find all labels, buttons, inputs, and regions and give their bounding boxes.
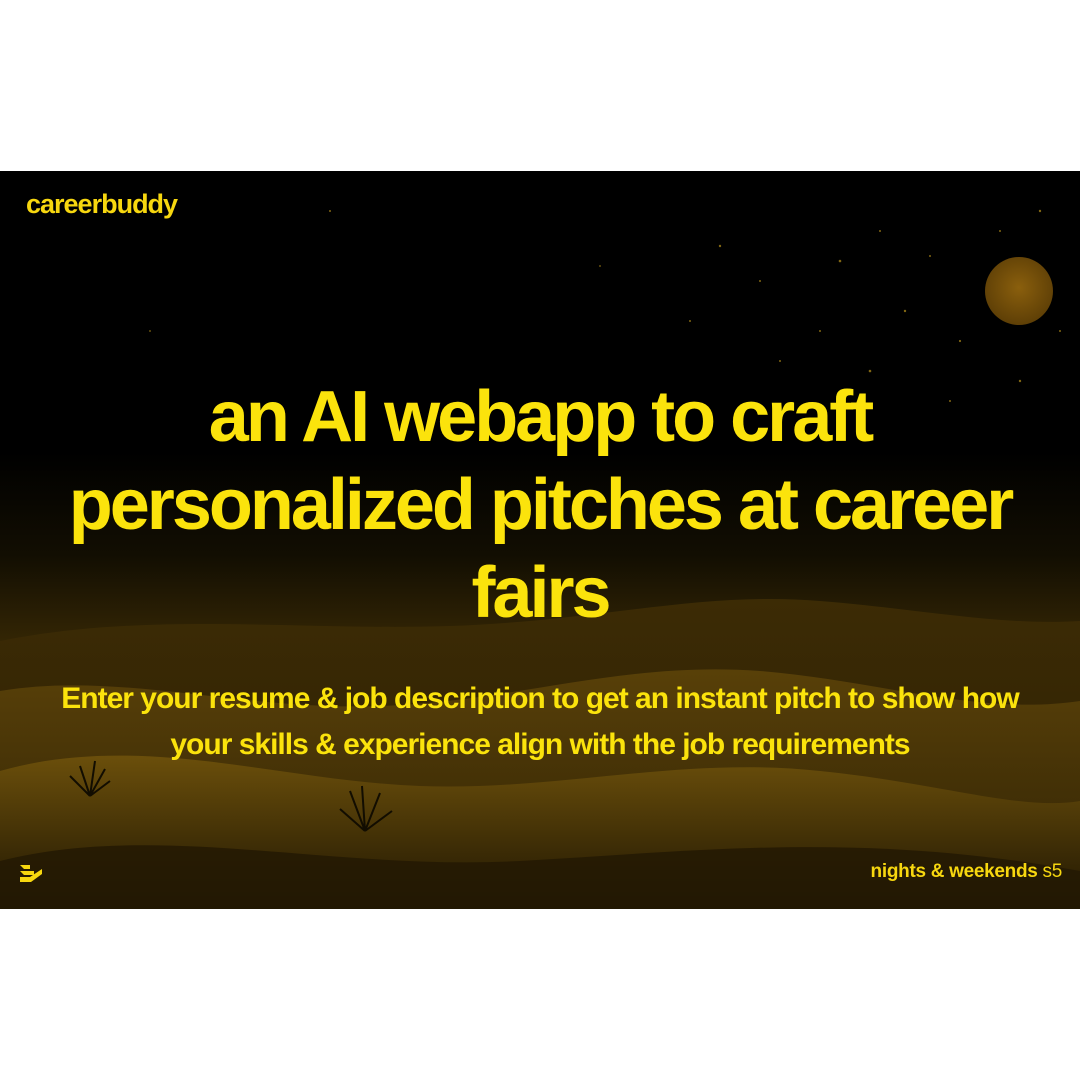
brand-logo-text: careerbuddy xyxy=(26,189,178,219)
hero-subtext: Enter your resume & job description to g… xyxy=(61,682,1019,761)
season-label: s5 xyxy=(1042,861,1063,882)
hero-headline: an AI webapp to craft personalized pitch… xyxy=(68,377,1014,633)
buildspace-logo-icon xyxy=(20,865,42,882)
program-label: nights & weekends xyxy=(870,861,1038,882)
program-season-label: nights & weekends s5 xyxy=(870,861,1063,883)
hero-banner: careerbuddy an AI webapp to craft person… xyxy=(0,171,1080,909)
page: careerbuddy an AI webapp to craft person… xyxy=(0,0,1080,1080)
moon-icon xyxy=(985,257,1053,325)
